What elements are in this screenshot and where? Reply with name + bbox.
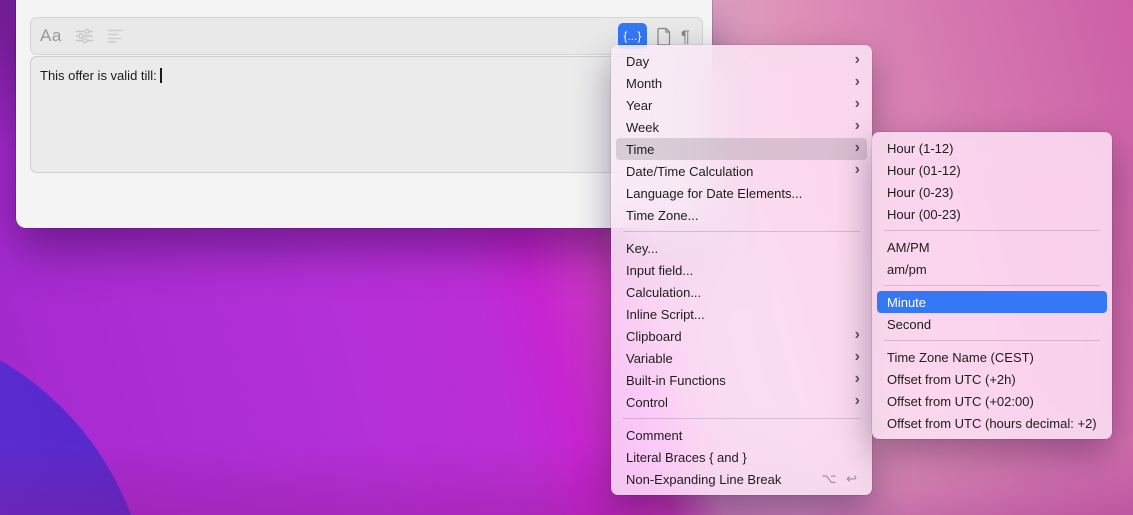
menu-separator [884,340,1100,341]
chevron-right-icon: › [855,96,860,112]
menu-item-inline-script[interactable]: Inline Script... [616,303,867,325]
menu-item-input-field[interactable]: Input field... [616,259,867,281]
menu-item-label: Week [626,120,855,135]
menu-item-hour-00-23[interactable]: Hour (00-23) [877,203,1107,225]
menu-item-hour-1-12[interactable]: Hour (1-12) [877,137,1107,159]
menu-item-week[interactable]: Week› [616,116,867,138]
text-style-button[interactable]: Aa [40,26,62,46]
snippet-editor-window: Aa {... [16,0,712,228]
menu-separator [623,418,860,419]
menu-item-label: Date/Time Calculation [626,164,855,179]
menu-item-label: Non-Expanding Line Break [626,472,822,487]
menu-item-year[interactable]: Year› [616,94,867,116]
menu-item-offset-from-utc-hours-decimal-2[interactable]: Offset from UTC (hours decimal: +2) [877,412,1107,434]
menu-item-label: AM/PM [887,240,1100,255]
menu-item-label: Variable [626,351,855,366]
menu-item-offset-from-utc-2h[interactable]: Offset from UTC (+2h) [877,368,1107,390]
menu-item-label: Hour (0-23) [887,185,1100,200]
insert-placeholder-menu: Day›Month›Year›Week›Time›Date/Time Calcu… [611,45,872,495]
menu-item-hour-0-23[interactable]: Hour (0-23) [877,181,1107,203]
menu-item-variable[interactable]: Variable› [616,347,867,369]
menu-item-key[interactable]: Key... [616,237,867,259]
menu-item-label: Offset from UTC (+2h) [887,372,1100,387]
menu-separator [884,285,1100,286]
menu-item-label: Offset from UTC (hours decimal: +2) [887,416,1100,431]
chevron-right-icon: › [855,349,860,365]
menu-item-label: Clipboard [626,329,855,344]
menu-item-label: Built-in Functions [626,373,855,388]
document-icon[interactable] [656,27,672,46]
menu-item-label: Hour (00-23) [887,207,1100,222]
menu-item-time-zone-name-cest[interactable]: Time Zone Name (CEST) [877,346,1107,368]
menu-item-language-for-date-elements[interactable]: Language for Date Elements... [616,182,867,204]
menu-item-label: Second [887,317,1100,332]
time-submenu: Hour (1-12) Hour (01-12) Hour (0-23) Hour (… [872,132,1112,439]
menu-item-comment[interactable]: Comment [616,424,867,446]
menu-item-shortcut: ⌥ ↩ [822,471,861,487]
desktop-screen: Aa {... [0,0,1133,515]
toolbar-left-group: Aa [40,26,125,46]
menu-item-label: Time Zone Name (CEST) [887,350,1100,365]
menu-item-label: Minute [887,295,1100,310]
menu-item-label: Hour (1-12) [887,141,1100,156]
menu-item-literal-braces-and[interactable]: Literal Braces { and } [616,446,867,468]
menu-item-label: Day [626,54,855,69]
menu-item-label: Time [626,142,855,157]
pilcrow-icon[interactable]: ¶ [681,28,690,45]
chevron-right-icon: › [855,140,860,156]
menu-item-label: Inline Script... [626,307,860,322]
menu-item-built-in-functions[interactable]: Built-in Functions› [616,369,867,391]
menu-item-non-expanding-line-break[interactable]: Non-Expanding Line Break⌥ ↩ [616,468,867,490]
menu-item-am-pm[interactable]: AM/PM [877,236,1107,258]
menu-item-time-zone[interactable]: Time Zone... [616,204,867,226]
menu-item-label: Literal Braces { and } [626,450,860,465]
menu-item-label: Offset from UTC (+02:00) [887,394,1100,409]
menu-item-calculation[interactable]: Calculation... [616,281,867,303]
menu-item-label: Calculation... [626,285,860,300]
menu-item-clipboard[interactable]: Clipboard› [616,325,867,347]
align-lines-icon[interactable] [107,28,125,44]
chevron-right-icon: › [855,393,860,409]
chevron-right-icon: › [855,162,860,178]
sliders-icon[interactable] [75,28,94,44]
menu-separator [623,231,860,232]
menu-item-hour-01-12[interactable]: Hour (01-12) [877,159,1107,181]
menu-separator [884,230,1100,231]
menu-item-label: Year [626,98,855,113]
menu-item-second[interactable]: Second [877,313,1107,335]
menu-item-label: Month [626,76,855,91]
chevron-right-icon: › [855,118,860,134]
menu-item-label: Hour (01-12) [887,163,1100,178]
menu-item-label: Comment [626,428,860,443]
text-caret [160,68,162,83]
menu-item-label: Control [626,395,855,410]
menu-item-am-pm[interactable]: am/pm [877,258,1107,280]
chevron-right-icon: › [855,371,860,387]
editor-toolbar: Aa {... [30,17,703,55]
menu-item-control[interactable]: Control› [616,391,867,413]
menu-item-label: Time Zone... [626,208,860,223]
snippet-text: This offer is valid till: [40,68,160,83]
snippet-text-area[interactable]: This offer is valid till: [30,56,703,173]
menu-item-label: Input field... [626,263,860,278]
menu-item-label: Language for Date Elements... [626,186,860,201]
menu-item-minute[interactable]: Minute [877,291,1107,313]
menu-item-label: Key... [626,241,860,256]
menu-item-day[interactable]: Day› [616,50,867,72]
chevron-right-icon: › [855,52,860,68]
menu-item-label: am/pm [887,262,1100,277]
chevron-right-icon: › [855,327,860,343]
menu-item-date-time-calculation[interactable]: Date/Time Calculation› [616,160,867,182]
menu-item-offset-from-utc-02-00[interactable]: Offset from UTC (+02:00) [877,390,1107,412]
menu-item-month[interactable]: Month› [616,72,867,94]
chevron-right-icon: › [855,74,860,90]
menu-item-time[interactable]: Time› [616,138,867,160]
